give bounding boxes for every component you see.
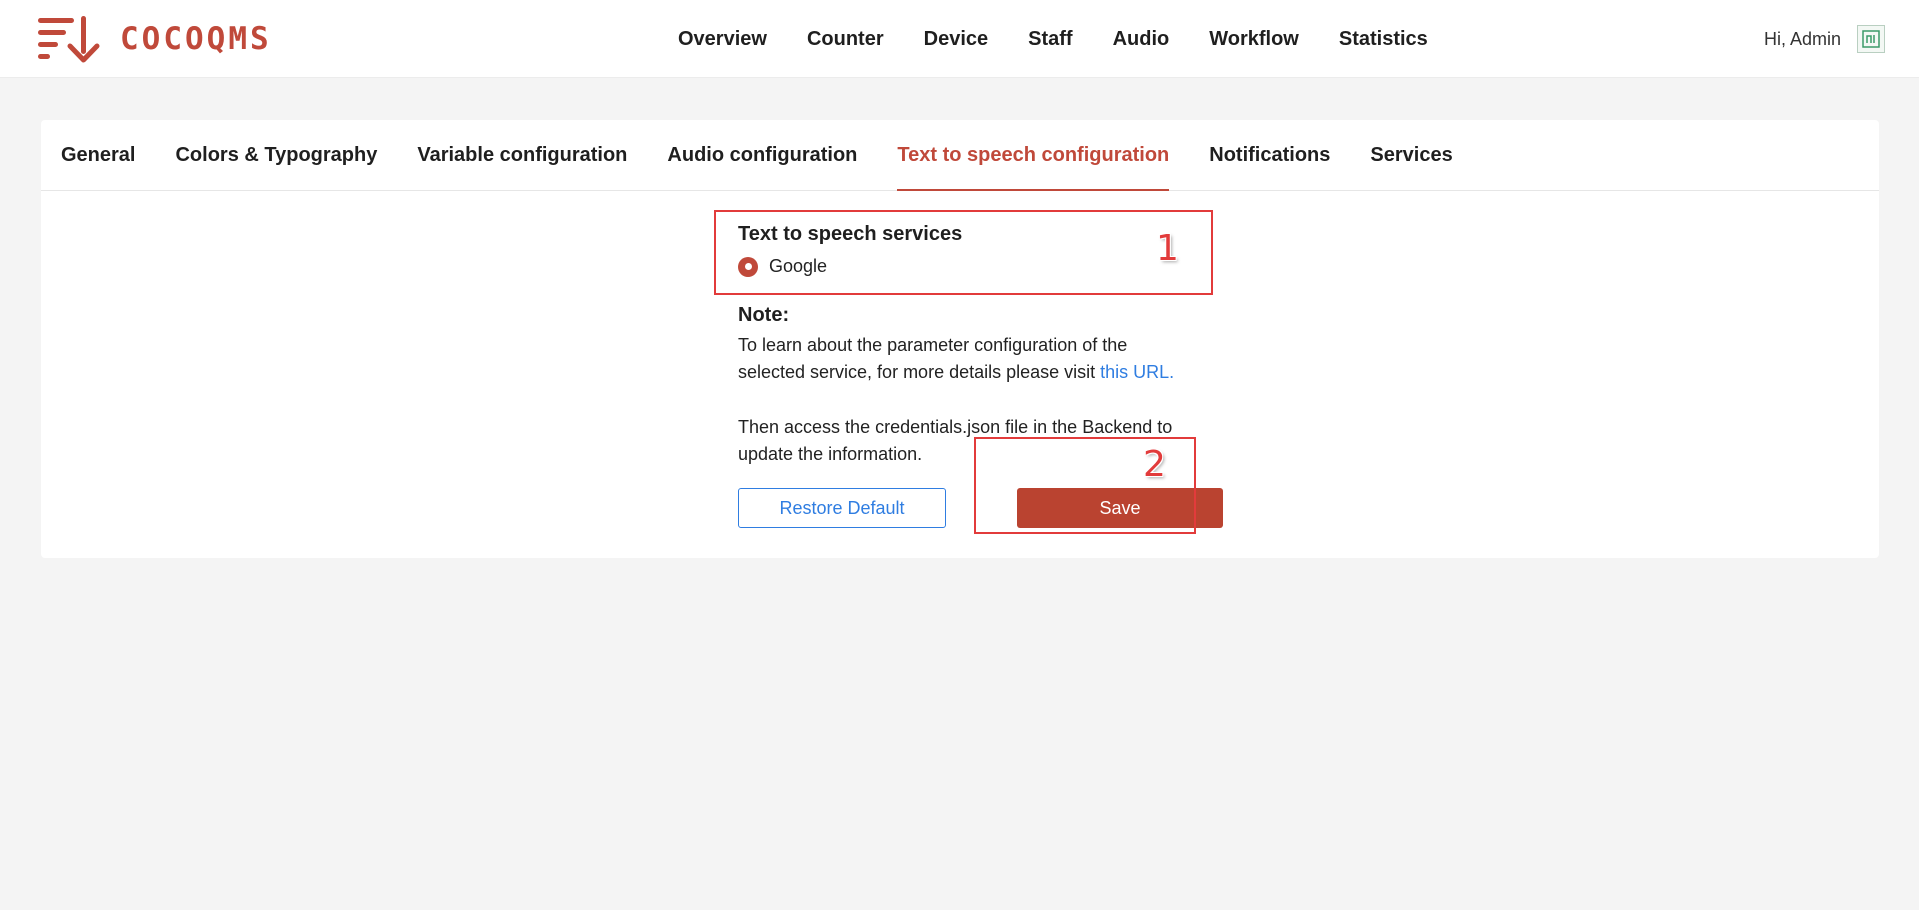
restore-default-button[interactable]: Restore Default: [738, 488, 946, 528]
tab-audio-configuration[interactable]: Audio configuration: [667, 120, 857, 190]
nav-staff[interactable]: Staff: [1028, 28, 1072, 51]
note-line-1: To learn about the parameter configurati…: [738, 335, 1128, 355]
user-menu[interactable]: Hi, Admin: [1764, 22, 1885, 56]
avatar-icon[interactable]: [1857, 25, 1885, 53]
tab-notifications[interactable]: Notifications: [1209, 120, 1330, 190]
nav-counter[interactable]: Counter: [807, 28, 884, 51]
nav-statistics[interactable]: Statistics: [1339, 28, 1428, 51]
nav-overview[interactable]: Overview: [678, 28, 767, 51]
note-line-4: update the information.: [738, 444, 923, 464]
nav-audio[interactable]: Audio: [1113, 28, 1170, 51]
annotation-box-1: [714, 210, 1213, 295]
tab-general[interactable]: General: [61, 120, 135, 190]
docs-link[interactable]: this URL.: [1100, 362, 1174, 382]
nav-device[interactable]: Device: [924, 28, 989, 51]
user-greeting: Hi, Admin: [1763, 28, 1841, 49]
nav-workflow[interactable]: Workflow: [1209, 28, 1299, 51]
settings-card: General Colors & Typography Variable con…: [41, 120, 1879, 558]
logo-sort-icon: [36, 14, 104, 64]
annotation-number-1: 1: [1156, 228, 1179, 269]
top-header: COCOQMS Overview Counter Device Staff Au…: [0, 0, 1919, 78]
main-nav: Overview Counter Device Staff Audio Work…: [678, 0, 1428, 78]
logo[interactable]: COCOQMS: [36, 14, 272, 64]
tab-text-to-speech-configuration[interactable]: Text to speech configuration: [897, 120, 1169, 191]
note-line-2-text: selected service, for more details pleas…: [738, 362, 1101, 382]
settings-tabs: General Colors & Typography Variable con…: [41, 120, 1879, 191]
tab-services[interactable]: Services: [1370, 120, 1452, 190]
note-line-3: Then access the credentials.json file in…: [738, 417, 1173, 437]
note-line-2: selected service, for more details pleas…: [738, 362, 1174, 383]
logo-text: COCOQMS: [120, 21, 272, 57]
note-title: Note:: [738, 304, 790, 326]
annotation-number-2: 2: [1143, 444, 1166, 485]
tab-variable-configuration[interactable]: Variable configuration: [417, 120, 627, 190]
tab-colors-typography[interactable]: Colors & Typography: [175, 120, 377, 190]
